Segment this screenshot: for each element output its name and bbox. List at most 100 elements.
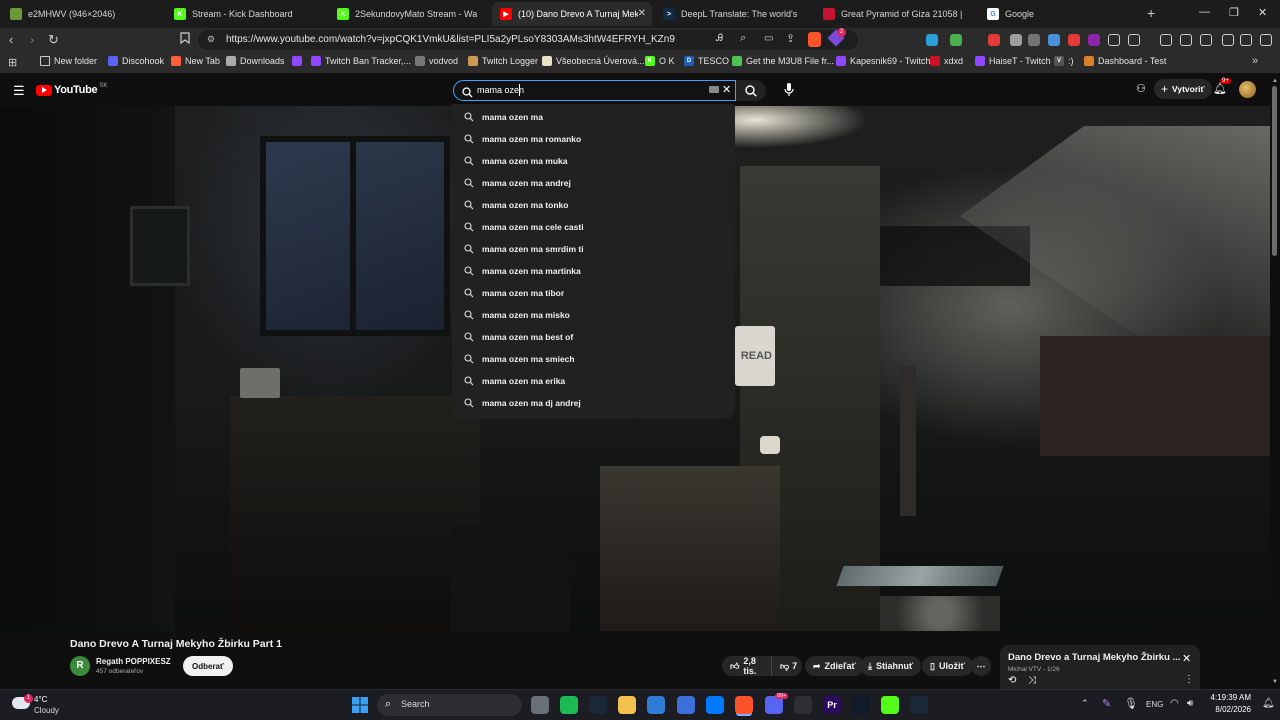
browser-tab[interactable]: K 2SekundovyMato Stream - Watch Li [329,2,491,26]
close-tab-icon[interactable]: ✕ [638,8,646,19]
steam-icon[interactable] [910,696,928,714]
weather-widget[interactable]: 1 4°C Cloudy [10,694,70,718]
channel-avatar[interactable]: R [70,656,90,676]
bookmark-item[interactable]: Twitch Ban Tracker,... [311,56,411,66]
clock-time[interactable]: 4:19:39 AM [1209,693,1251,702]
menu-icon[interactable]: ☰ [13,83,25,99]
search-suggestion[interactable]: mama ozen ma tibor [452,282,735,304]
more-bookmarks-icon[interactable]: » [1252,55,1258,67]
search-suggestion[interactable]: mama ozen ma erika [452,370,735,392]
more-actions-button[interactable]: ⋯ [971,656,991,676]
dislike-button[interactable]: 👎︎ 7 [771,656,802,676]
save-button[interactable]: ▯ Uložiť [922,656,973,676]
close-window-icon[interactable]: ✕ [1258,6,1267,19]
back-icon[interactable]: ‹ [9,32,13,48]
share-page-icon[interactable]: ⇪ [786,32,795,45]
browser-tab[interactable]: ▶ (10) Dano Drevo A Turnaj Mekyh ✕ [492,2,652,26]
browser-tab[interactable]: e2MHWV (946×2046) [2,2,164,26]
messenger-icon[interactable] [706,696,724,714]
bookmark-item[interactable]: Twitch Logger [468,56,538,66]
maximize-icon[interactable]: ❐ [1229,6,1239,19]
extensions-puzzle-icon[interactable] [1108,34,1120,46]
task-view-icon[interactable] [531,696,549,714]
bookmark-item[interactable]: Get the M3U8 File fr... [732,56,834,66]
extension-icon[interactable] [988,34,1000,46]
brave-browser-icon[interactable] [735,696,753,714]
wifi-icon[interactable]: ◠ [1170,698,1179,709]
clock-date[interactable]: 8/02/2026 [1209,705,1251,714]
clear-search-icon[interactable]: ✕ [722,83,731,96]
extension-icon[interactable] [1088,34,1100,46]
brave-shield-icon[interactable] [808,32,821,47]
site-info-icon[interactable]: ⚙ [207,34,215,45]
new-tab-icon[interactable]: + [1147,5,1155,21]
bookmark-item[interactable]: Kapesnik69 - Twitch [836,56,930,66]
page-scrollbar[interactable] [1272,86,1277,256]
search-suggestion[interactable]: mama ozen ma misko [452,304,735,326]
bookmark-item[interactable]: vodvod [415,56,458,66]
address-bar[interactable]: ⚙ https://www.youtube.com/watch?v=jxpCQK… [198,28,858,50]
close-playlist-icon[interactable]: ✕ [1182,652,1191,665]
playlist-title[interactable]: Dano Drevo a Turnaj Mekyho Žbirku ... [1008,652,1180,663]
bookmark-item[interactable]: Všeobecná Úverová... [542,56,645,66]
bookmark-item[interactable]: V:) [1054,56,1074,66]
volume-icon[interactable]: 🔊︎ [1187,698,1193,709]
bookmark-item[interactable]: New Tab [171,56,220,66]
reload-icon[interactable]: ↻ [48,32,59,48]
like-button[interactable]: 👍︎ 2,8 tis. [722,656,771,676]
show-hidden-icons[interactable]: ⌃ [1081,698,1089,709]
create-button[interactable]: + Vytvoriť [1154,79,1212,99]
app-icon[interactable] [677,696,695,714]
minimize-icon[interactable]: — [1199,6,1210,18]
loop-icon[interactable]: ⟲ [1008,675,1016,686]
search-input[interactable]: mama ozen [477,85,524,95]
bookmark-page-icon[interactable] [180,32,190,48]
search-suggestion[interactable]: mama ozen ma smrdim ti [452,238,735,260]
browser-tab[interactable]: G Google [979,2,1139,26]
scroll-up-icon[interactable]: ▲ [1272,78,1278,84]
leo-ai-icon[interactable] [1222,34,1234,46]
zoom-icon[interactable]: ⌕ [740,32,746,45]
premiere-pro-icon[interactable]: Pr [823,696,841,714]
search-suggestion[interactable]: mama ozen ma muka [452,150,735,172]
channel-name[interactable]: Regath POPPIXESZ [96,657,171,666]
apps-grid-icon[interactable]: ⊞ [8,56,17,69]
app-icon[interactable] [852,696,870,714]
extension-icon[interactable] [1010,34,1022,46]
file-explorer-icon[interactable] [618,696,636,714]
steam-icon[interactable] [589,696,607,714]
extension-icon[interactable] [950,34,962,46]
taskbar-search[interactable]: ⌕ Search [377,694,522,716]
youtube-logo[interactable]: YouTube SK [36,83,107,96]
spotify-icon[interactable] [560,696,578,714]
windows-start-icon[interactable] [352,697,368,713]
search-suggestion[interactable]: mama ozen ma cele casti [452,216,735,238]
kick-icon[interactable] [881,696,899,714]
sidebar-icon[interactable] [1128,34,1140,46]
bookmark-item[interactable]: Dashboard - Test [1084,56,1166,66]
notification-center-icon[interactable]: 🔔︎ [1262,698,1275,709]
search-suggestion[interactable]: mama ozen ma dj andrej [452,392,735,414]
download-button[interactable]: ⤓ Stiahnuť [860,656,922,676]
subscribe-button[interactable]: Odberať [183,656,233,676]
search-suggestion[interactable]: mama ozen ma [452,106,735,128]
search-suggestion[interactable]: mama ozen ma martinka [452,260,735,282]
extension-icon[interactable] [1068,34,1080,46]
bookmark-item[interactable]: xdxd [930,56,963,66]
search-suggestion[interactable]: mama ozen ma smiech [452,348,735,370]
bookmark-item[interactable] [292,56,306,66]
extension-icon[interactable] [1028,34,1040,46]
extension-icon[interactable] [1048,34,1060,46]
install-app-icon[interactable]: ▭ [764,33,773,44]
cast-icon[interactable]: ⚇ [1136,82,1146,95]
microsoft-store-icon[interactable] [647,696,665,714]
bookmark-item[interactable]: HaiseT - Twitch [975,56,1051,66]
extension-icon[interactable] [926,34,938,46]
wallet-icon[interactable] [1200,34,1212,46]
search-button[interactable] [736,80,766,101]
search-box[interactable]: mama ozen ✕ [453,80,736,101]
side-panel-icon[interactable] [1180,34,1192,46]
account-avatar[interactable] [1239,81,1256,98]
browser-tab[interactable]: Great Pyramid of Giza 21058 | Archi [815,2,977,26]
voice-search-icon[interactable] [784,83,794,97]
